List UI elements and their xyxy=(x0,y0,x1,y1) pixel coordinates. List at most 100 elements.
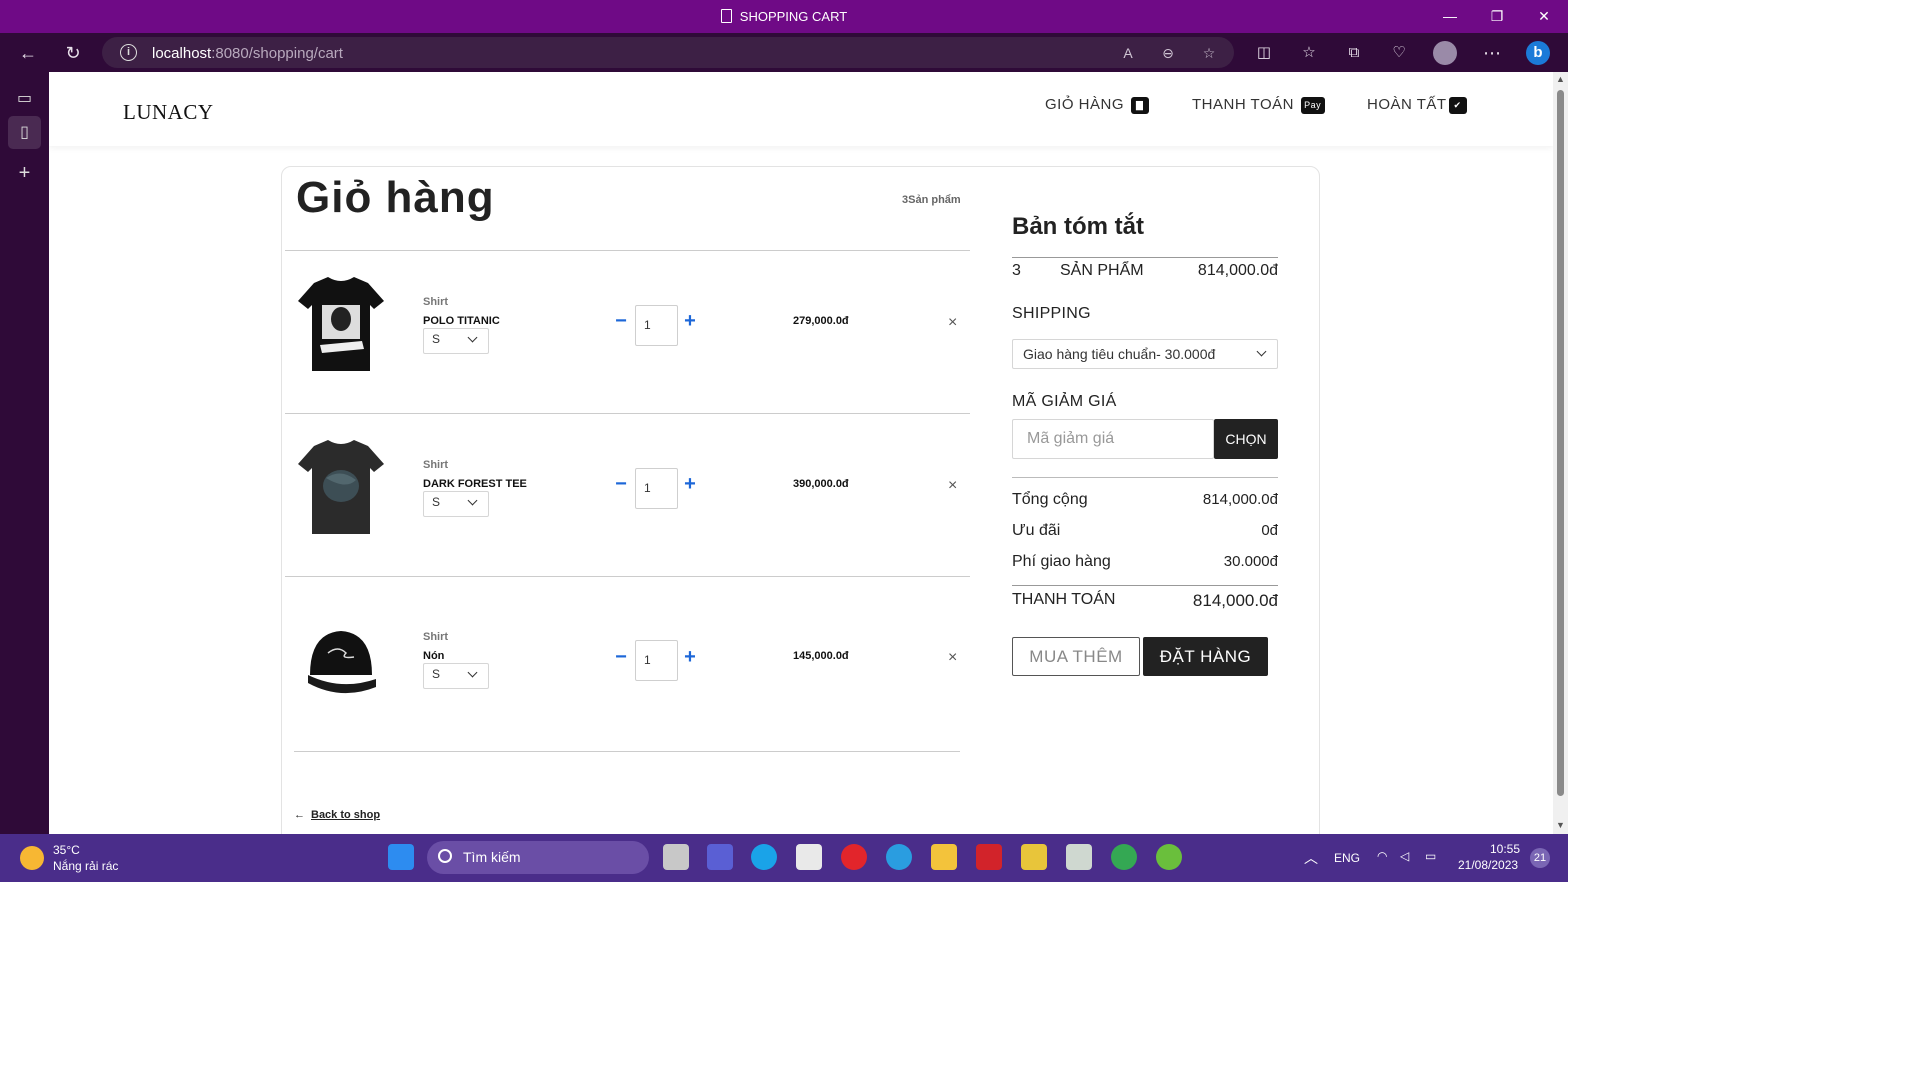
volume-icon[interactable]: ◁ xyxy=(1400,849,1409,863)
mcafee-icon[interactable] xyxy=(976,844,1002,870)
window-title: SHOPPING CART xyxy=(0,9,1568,24)
zoom-icon[interactable]: ⊖ xyxy=(1158,43,1178,63)
nav-complete[interactable]: HOÀN TẤT ✔ xyxy=(1367,96,1467,114)
bing-copilot-icon[interactable]: b xyxy=(1526,41,1550,65)
nav-cart[interactable]: GIỎ HÀNG ▇ xyxy=(1045,96,1149,114)
apple-pay-icon: Pay xyxy=(1300,97,1325,114)
search-icon xyxy=(438,849,452,863)
remove-item-button[interactable]: × xyxy=(948,477,957,495)
tab-actions-icon[interactable]: ▭ xyxy=(8,82,41,115)
more-menu-icon[interactable]: ⋯ xyxy=(1480,41,1504,65)
weather-sun-icon xyxy=(20,846,44,870)
restore-button[interactable]: ❐ xyxy=(1487,6,1507,26)
product-price: 390,000.0đ xyxy=(793,478,849,490)
quantity-input[interactable]: 1 xyxy=(635,305,678,346)
increase-qty-button[interactable]: + xyxy=(682,646,698,669)
new-tab-icon[interactable]: + xyxy=(8,157,41,190)
cart-item: Shirt POLO TITANIC S − 1 + 279,000.0đ × xyxy=(282,251,972,391)
wifi-icon[interactable]: ◠ xyxy=(1377,849,1387,863)
scroll-down-icon[interactable]: ▼ xyxy=(1555,820,1566,830)
apply-coupon-button[interactable]: CHỌN xyxy=(1214,419,1278,459)
close-window-button[interactable]: ✕ xyxy=(1534,6,1554,26)
notification-badge[interactable]: 21 xyxy=(1530,848,1550,868)
language-indicator[interactable]: ENG xyxy=(1334,851,1360,865)
coupon-input[interactable]: Mã giảm giá xyxy=(1012,419,1214,459)
address-bar[interactable]: i localhost:8080/shopping/cart A ⊖ ☆ xyxy=(102,37,1234,68)
back-to-shop-link[interactable]: ← Back to shop xyxy=(294,809,380,821)
profile-avatar[interactable] xyxy=(1433,41,1457,65)
favorite-star-icon[interactable]: ☆ xyxy=(1199,43,1219,63)
read-aloud-icon[interactable]: A xyxy=(1118,43,1138,63)
size-select[interactable]: S xyxy=(423,663,489,689)
browser-sidebar: ▭ ▯ + xyxy=(0,72,49,834)
collections-icon[interactable]: ⧉ xyxy=(1342,41,1366,65)
task-view-icon[interactable] xyxy=(663,844,689,870)
reload-button[interactable]: ↻ xyxy=(61,41,85,65)
total-row: THANH TOÁN 814,000.0đ xyxy=(1012,591,1278,610)
decrease-qty-button[interactable]: − xyxy=(613,473,629,496)
split-screen-icon[interactable]: ◫ xyxy=(1252,41,1276,65)
clock-date[interactable]: 21/08/2023 xyxy=(1458,858,1518,872)
cart-card: Giỏ hàng 3Sản phẩm Shirt POLO TITANIC S … xyxy=(281,166,1320,834)
teams-icon[interactable] xyxy=(707,844,733,870)
page-scrollbar[interactable]: ▲ ▼ xyxy=(1553,72,1568,834)
minimize-button[interactable]: — xyxy=(1440,6,1460,26)
site-logo[interactable]: LUNACY xyxy=(123,100,214,125)
clock-time[interactable]: 10:55 xyxy=(1490,842,1520,856)
remove-item-button[interactable]: × xyxy=(948,649,957,667)
quantity-input[interactable]: 1 xyxy=(635,640,678,681)
chevron-down-icon xyxy=(467,667,478,678)
windows-taskbar: 35°C Nắng rải rác Tìm kiếm ︿ ENG ◠ ◁ ▭ 1… xyxy=(0,834,1568,882)
help-icon[interactable] xyxy=(886,844,912,870)
file-explorer-icon[interactable] xyxy=(931,844,957,870)
increase-qty-button[interactable]: + xyxy=(682,473,698,496)
product-name[interactable]: POLO TITANIC xyxy=(423,315,500,327)
start-button[interactable] xyxy=(388,844,414,870)
favorites-icon[interactable]: ☆ xyxy=(1297,41,1321,65)
taskbar-search[interactable]: Tìm kiếm xyxy=(427,841,649,874)
store-icon[interactable] xyxy=(796,844,822,870)
product-name[interactable]: DARK FOREST TEE xyxy=(423,478,527,490)
summary-title: Bản tóm tắt xyxy=(1012,213,1144,240)
product-price: 145,000.0đ xyxy=(793,650,849,662)
edge-icon[interactable] xyxy=(751,844,777,870)
scroll-up-icon[interactable]: ▲ xyxy=(1555,74,1566,84)
battery-icon[interactable]: ▭ xyxy=(1425,849,1436,863)
increase-qty-button[interactable]: + xyxy=(682,310,698,333)
chrome-icon[interactable] xyxy=(1111,844,1137,870)
nav-checkout[interactable]: THANH TOÁN Pay xyxy=(1192,96,1325,114)
browser-essentials-icon[interactable]: ♡ xyxy=(1387,41,1411,65)
show-hidden-icons[interactable]: ︿ xyxy=(1304,848,1318,868)
decrease-qty-button[interactable]: − xyxy=(613,646,629,669)
scroll-thumb[interactable] xyxy=(1557,90,1564,796)
app-icon[interactable] xyxy=(1066,844,1092,870)
remove-item-button[interactable]: × xyxy=(948,314,957,332)
divider xyxy=(1012,585,1278,586)
site-info-icon[interactable]: i xyxy=(120,44,137,61)
quantity-input[interactable]: 1 xyxy=(635,468,678,509)
arrow-left-icon: ← xyxy=(294,809,305,821)
shipping-select[interactable]: Giao hàng tiêu chuẩn- 30.000đ xyxy=(1012,339,1278,369)
size-select[interactable]: S xyxy=(423,328,489,354)
back-button[interactable]: ← xyxy=(16,41,40,65)
checkbox-icon: ✔ xyxy=(1448,97,1467,114)
place-order-button[interactable]: ĐẶT HÀNG xyxy=(1143,637,1268,676)
shipping-label: SHIPPING xyxy=(1012,305,1091,322)
cart-item: Shirt DARK FOREST TEE S − 1 + 390,000.0đ… xyxy=(282,414,972,554)
weather-widget[interactable]: 35°C Nắng rải rác xyxy=(20,842,118,874)
decrease-qty-button[interactable]: − xyxy=(613,310,629,333)
sticky-app-icon[interactable] xyxy=(1021,844,1047,870)
cart-title: Giỏ hàng xyxy=(296,173,495,222)
spring-app-icon[interactable] xyxy=(1156,844,1182,870)
chevron-down-icon xyxy=(1256,346,1267,357)
buy-more-button[interactable]: MUA THÊM xyxy=(1012,637,1140,676)
size-select[interactable]: S xyxy=(423,491,489,517)
url-text[interactable]: localhost:8080/shopping/cart xyxy=(152,45,343,62)
current-tab-icon[interactable]: ▯ xyxy=(8,116,41,149)
product-image xyxy=(298,277,384,371)
subtotal-row: Tổng cộng 814,000.0đ xyxy=(1012,491,1278,508)
opera-icon[interactable] xyxy=(841,844,867,870)
product-category: Shirt xyxy=(423,459,449,471)
chevron-down-icon xyxy=(467,495,478,506)
product-name[interactable]: Nón xyxy=(423,650,444,662)
